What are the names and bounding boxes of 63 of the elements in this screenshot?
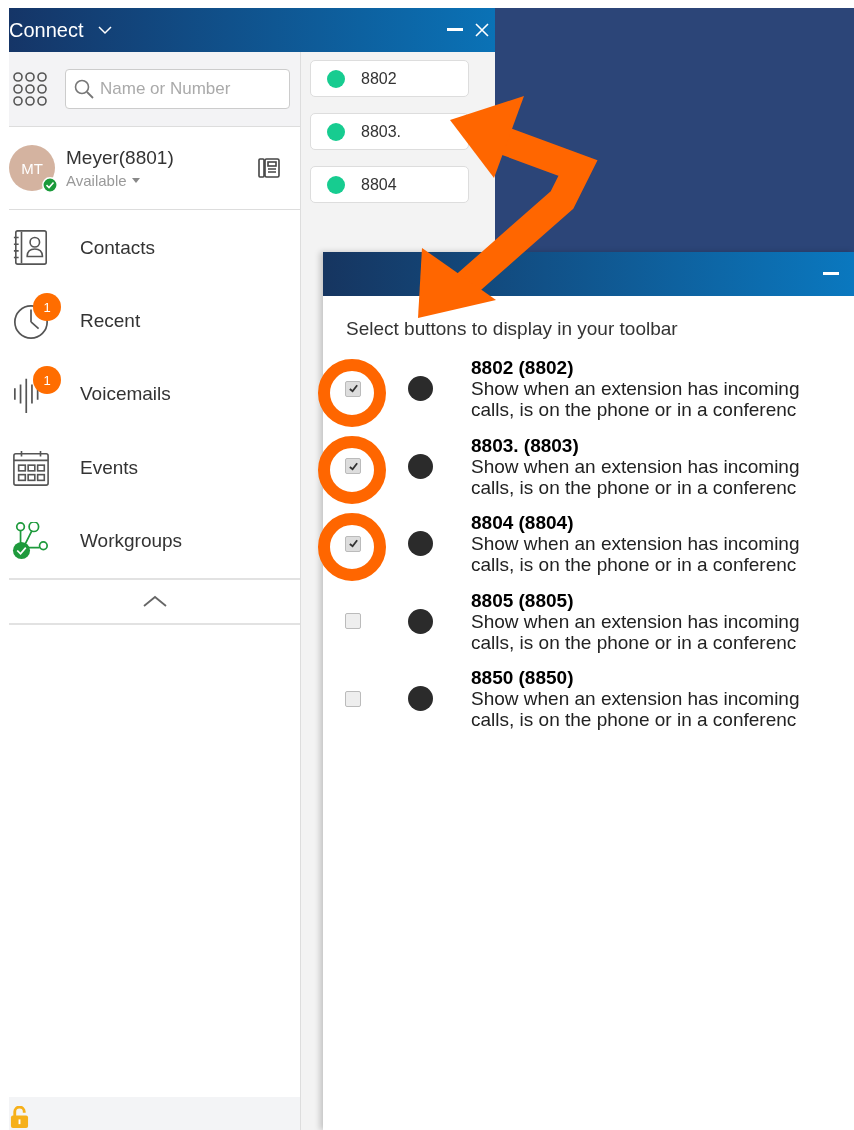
highlight-circle xyxy=(318,436,386,504)
extension-label: 8804 xyxy=(361,175,397,194)
nav-item[interactable]: 1 Voicemails xyxy=(9,357,300,432)
user-name: Meyer(8801) xyxy=(66,147,175,169)
option-title: 8805 (8805) xyxy=(471,589,575,611)
extension-button[interactable]: 8802 xyxy=(310,60,469,97)
nav-item[interactable]: 1 Recent xyxy=(9,284,300,358)
chevron-down-icon[interactable] xyxy=(97,25,112,35)
available-check-icon xyxy=(42,177,58,193)
search-field[interactable]: Name or Number xyxy=(65,69,290,109)
option-description: calls, is on the phone or in a conferenc xyxy=(471,631,797,653)
minimize-icon[interactable] xyxy=(447,28,463,32)
option-title: 8804 (8804) xyxy=(471,512,575,534)
notification-badge: 1 xyxy=(33,293,61,322)
extension-button[interactable]: 8804 xyxy=(310,166,469,203)
option-title: 8802 (8802) xyxy=(471,357,575,379)
checkbox[interactable] xyxy=(345,690,361,707)
minimize-icon[interactable] xyxy=(823,272,839,276)
option-description: calls, is on the phone or in a conferenc xyxy=(471,554,798,576)
option-title: 8850 (8850) xyxy=(471,667,575,689)
checkmark-icon xyxy=(347,383,359,395)
status-dot xyxy=(327,175,345,194)
checkbox[interactable] xyxy=(345,458,361,475)
extension-label: 8803. xyxy=(361,122,402,141)
checkmark-icon xyxy=(347,460,359,472)
status-dot xyxy=(408,531,433,557)
status-dot xyxy=(408,453,433,479)
extension-button[interactable]: 8803. xyxy=(310,113,469,150)
dialpad-icon[interactable] xyxy=(12,71,48,107)
option-description: Show when an extension has incoming xyxy=(471,610,800,632)
calendar-icon xyxy=(12,448,50,487)
highlight-circle xyxy=(318,513,386,581)
status-dot xyxy=(327,122,345,141)
checkbox[interactable] xyxy=(345,613,361,630)
extension-label: 8802 xyxy=(361,69,397,88)
dialog-heading: Select buttons to display in your toolbar xyxy=(346,318,679,340)
option-description: Show when an extension has incoming xyxy=(471,533,800,555)
option-description: Show when an extension has incoming xyxy=(471,688,800,710)
checkbox[interactable] xyxy=(345,380,361,397)
status-dot xyxy=(408,686,433,712)
option-description: Show when an extension has incoming xyxy=(471,455,800,477)
status-dot xyxy=(327,69,345,88)
nav-item[interactable]: Contacts xyxy=(9,211,300,285)
option-description: calls, is on the phone or in a conferenc xyxy=(471,476,797,498)
status-dot xyxy=(408,608,433,634)
window-title: Connect xyxy=(9,18,84,42)
nav-item[interactable]: Events xyxy=(9,431,300,505)
chevron-up-icon[interactable] xyxy=(142,595,167,608)
desk-phone-icon[interactable] xyxy=(258,157,280,179)
notification-badge: 1 xyxy=(33,366,61,395)
option-description: Show when an extension has incoming xyxy=(471,378,800,400)
nav-item[interactable]: Workgroups xyxy=(9,504,300,578)
contact-book-icon xyxy=(12,228,50,267)
workgroup-icon xyxy=(12,522,50,561)
option-description: calls, is on the phone or in a conferenc xyxy=(471,709,798,731)
highlight-circle xyxy=(318,359,386,427)
close-icon[interactable] xyxy=(475,23,489,37)
checkmark-icon xyxy=(347,538,359,550)
avatar: MT xyxy=(9,145,55,191)
checkbox[interactable] xyxy=(345,535,361,552)
status-dot xyxy=(408,376,433,402)
option-title: 8803. (8803) xyxy=(471,434,580,456)
option-description: calls, is on the phone or in a conferenc xyxy=(471,399,798,421)
